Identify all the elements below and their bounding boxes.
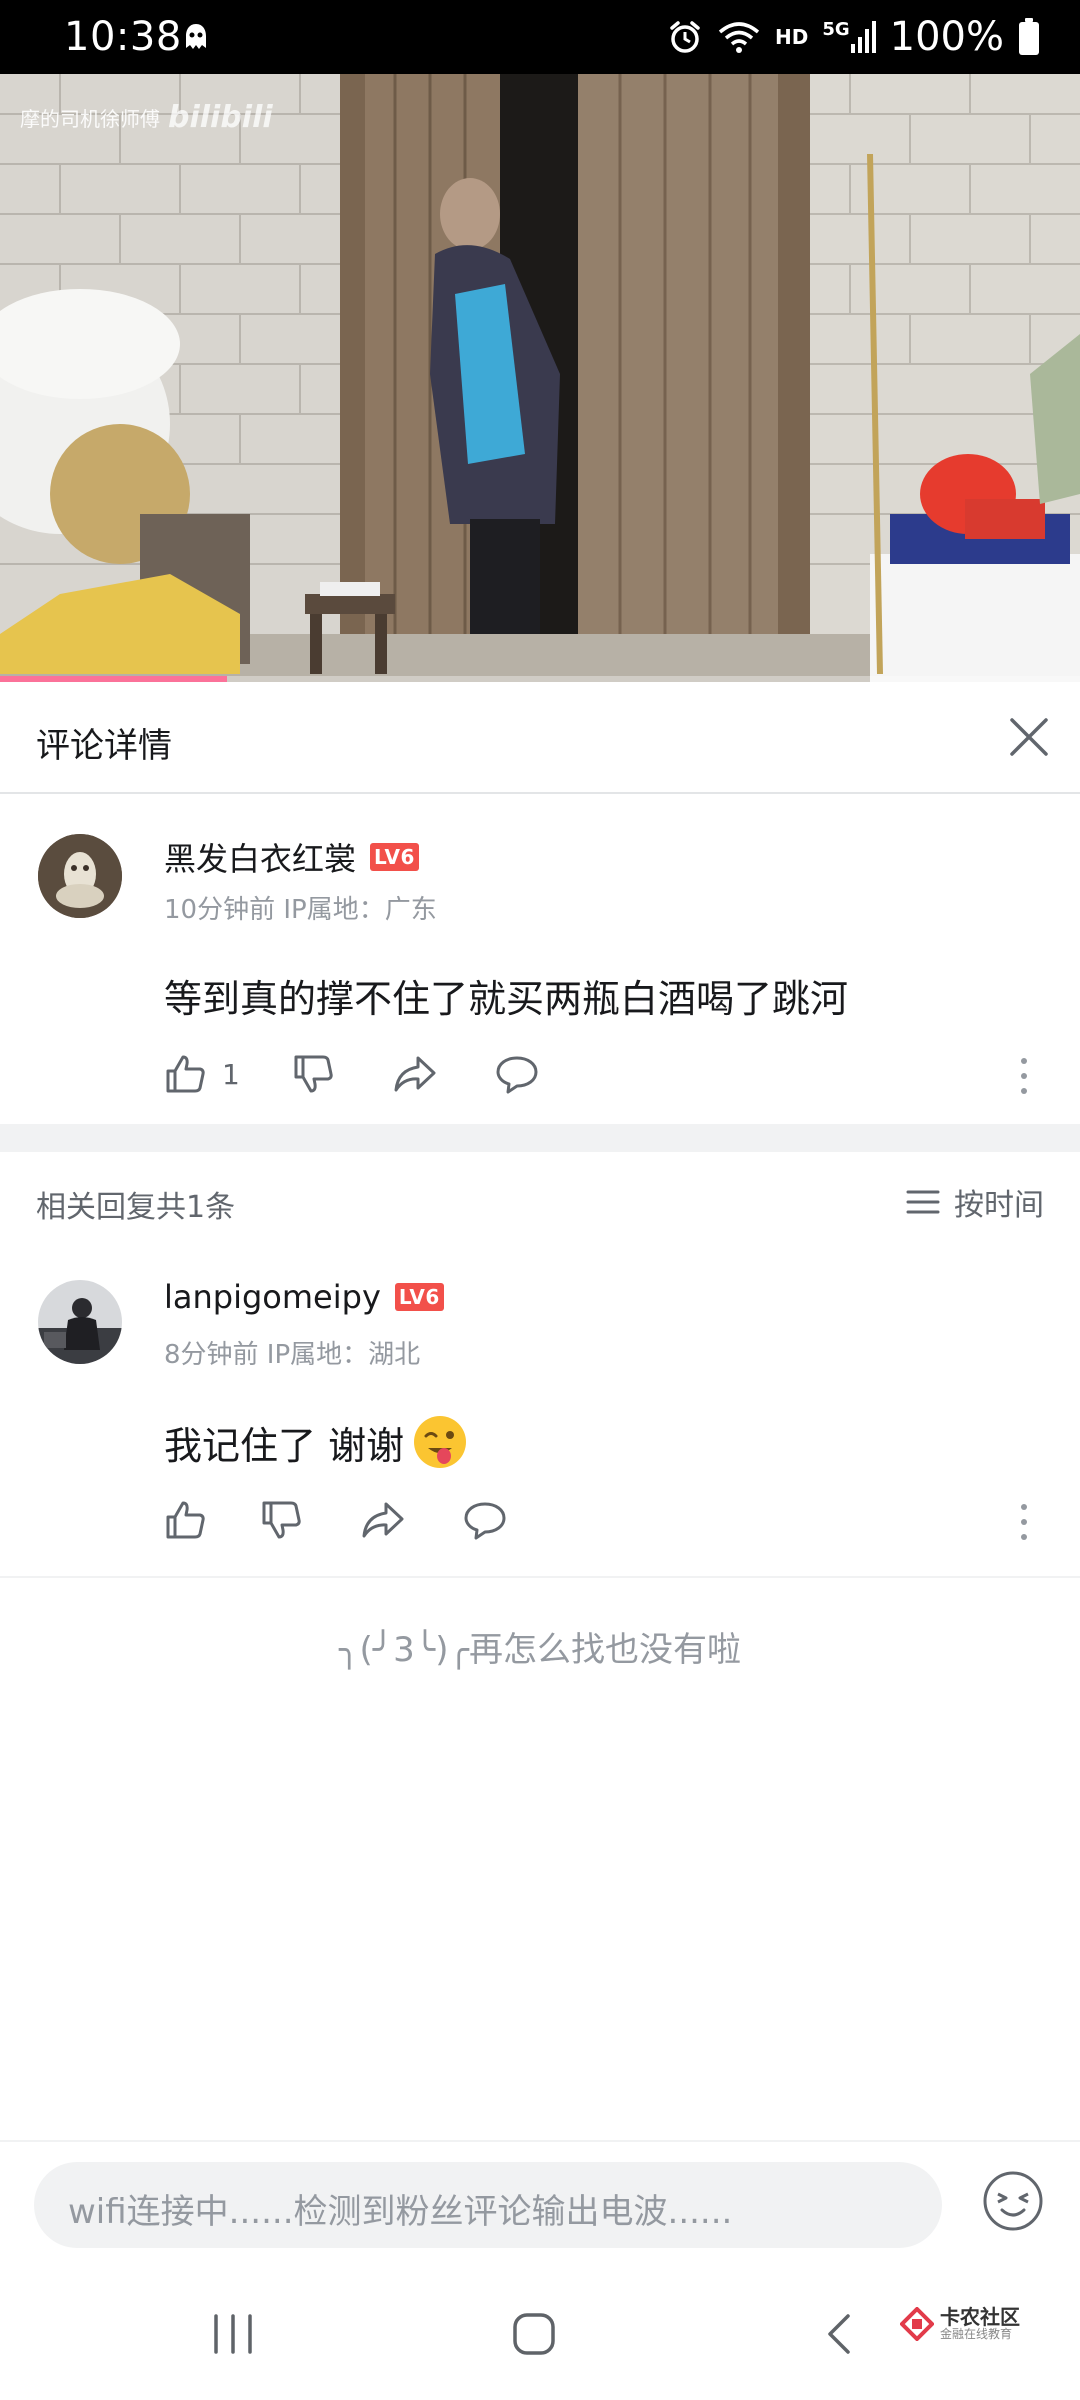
close-icon[interactable] — [1004, 712, 1054, 762]
battery-icon — [1019, 18, 1039, 55]
more-options-icon[interactable] — [1018, 1056, 1030, 1096]
thumbs-up-icon — [166, 1501, 205, 1539]
video-player[interactable]: 摩的司机徐师傅 bilibili — [0, 74, 1080, 682]
avatar[interactable] — [38, 1280, 122, 1364]
video-frame — [0, 74, 1080, 682]
battery-percent: 100% — [889, 14, 1004, 60]
brand-name: 卡农社区 — [940, 2305, 1020, 2329]
brand-watermark: 卡农社区 金融在线教育 — [900, 2306, 1020, 2341]
avatar-image — [38, 834, 122, 918]
brand-logo-icon — [900, 2306, 934, 2341]
comment-input-bar: wifi连接中......检测到粉丝评论输出电波...... — [0, 2140, 1080, 2270]
sort-list-icon — [906, 1190, 940, 1214]
reply-meta: 8分钟前 IP属地：湖北 — [164, 1340, 421, 1370]
thumbs-down-icon — [262, 1501, 301, 1539]
comment-meta: 10分钟前 IP属地：广东 — [164, 895, 437, 925]
sort-toggle[interactable]: 按时间 — [906, 1180, 1044, 1224]
notification-app-icon — [186, 24, 206, 49]
share-button[interactable] — [360, 1498, 406, 1542]
status-icons: HD 5G 100% — [667, 14, 1040, 60]
wifi-icon — [718, 22, 760, 53]
share-icon — [394, 1056, 436, 1092]
reply-actions — [164, 1498, 508, 1542]
like-count: 1 — [222, 1057, 240, 1091]
home-icon[interactable] — [510, 2310, 558, 2358]
share-button[interactable] — [392, 1052, 438, 1096]
comment-bubble-icon — [496, 1056, 538, 1094]
reply-author[interactable]: lanpigomeipy LV6 — [164, 1278, 444, 1316]
network-type-label: HD — [774, 25, 809, 49]
share-icon — [362, 1502, 404, 1538]
dislike-button[interactable] — [260, 1498, 304, 1542]
comment-bubble-icon — [464, 1502, 506, 1540]
page-title: 评论详情 — [36, 726, 172, 766]
like-button[interactable]: 1 — [164, 1052, 240, 1096]
comment-detail-header: 评论详情 — [0, 682, 1080, 794]
signal-type-label: 5G — [822, 18, 850, 40]
comment-text: 等到真的撑不住了就买两瓶白酒喝了跳河 — [164, 977, 849, 1021]
status-bar: 10:38 HD 5G 100% — [0, 0, 1080, 74]
reply-count-label: 相关回复共1条 — [36, 1190, 236, 1225]
reply-button[interactable] — [462, 1498, 508, 1542]
back-icon[interactable] — [820, 2310, 856, 2358]
reply-content: 我记住了 谢谢 — [164, 1414, 468, 1470]
level-badge: LV6 — [370, 843, 419, 871]
video-watermark: 摩的司机徐师傅 bilibili — [20, 100, 273, 135]
like-button[interactable] — [164, 1498, 208, 1542]
wink-tongue-emoji-icon — [414, 1416, 467, 1468]
username[interactable]: 黑发白衣红裳 — [164, 834, 356, 880]
reply-button[interactable] — [494, 1052, 540, 1096]
recent-apps-icon[interactable] — [210, 2312, 256, 2356]
status-time: 10:38 — [64, 14, 182, 60]
avatar[interactable] — [38, 834, 122, 918]
username[interactable]: lanpigomeipy — [164, 1278, 381, 1316]
bilibili-logo: bilibili — [168, 100, 273, 135]
sort-label: 按时间 — [954, 1188, 1044, 1223]
dislike-button[interactable] — [292, 1052, 336, 1096]
uploader-watermark: 摩的司机徐师傅 — [20, 107, 160, 131]
level-badge: LV6 — [394, 1283, 444, 1311]
reply-list-divider — [0, 1576, 1080, 1578]
thumbs-down-icon — [294, 1055, 333, 1093]
alarm-icon — [670, 21, 700, 53]
comment-actions: 1 — [164, 1052, 540, 1096]
comment-author[interactable]: 黑发白衣红裳 LV6 — [164, 834, 419, 880]
reply-text: 我记住了 谢谢 — [164, 1423, 405, 1468]
signal-strength-icon — [850, 21, 876, 53]
brand-subtitle: 金融在线教育 — [940, 2327, 1013, 2341]
end-of-list-text: ╮(╯3╰)╭再怎么找也没有啦 — [338, 1630, 742, 1670]
emoji-icon[interactable] — [982, 2170, 1044, 2232]
thumbs-up-icon — [166, 1055, 205, 1093]
section-divider — [0, 1124, 1080, 1152]
system-nav-bar: 卡农社区 金融在线教育 — [0, 2270, 1080, 2400]
comment-input[interactable]: wifi连接中......检测到粉丝评论输出电波...... — [34, 2162, 942, 2248]
comment-input-placeholder: wifi连接中......检测到粉丝评论输出电波...... — [68, 2192, 733, 2232]
more-options-icon[interactable] — [1018, 1502, 1030, 1542]
avatar-image — [38, 1280, 122, 1364]
